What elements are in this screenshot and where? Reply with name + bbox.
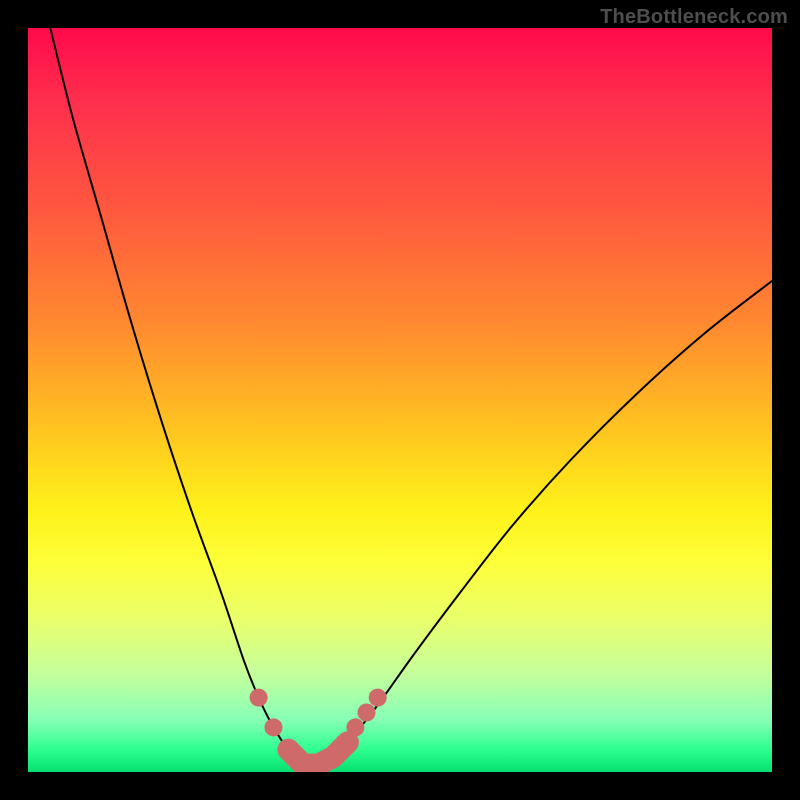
bottleneck-marker-dot [250, 689, 268, 707]
chart-svg [28, 28, 772, 772]
chart-frame: TheBottleneck.com [0, 0, 800, 800]
bottleneck-marker-dot [324, 748, 342, 766]
bottleneck-marker-dot [346, 718, 364, 736]
bottleneck-curve-path [50, 28, 772, 766]
bottleneck-marker-dot [358, 704, 376, 722]
bottleneck-curve-line [50, 28, 772, 766]
bottleneck-marker-dot [265, 718, 283, 736]
bottleneck-markers-group [250, 689, 387, 772]
watermark-text: TheBottleneck.com [600, 6, 788, 29]
bottleneck-marker-dot [369, 689, 387, 707]
bottleneck-marker-dot [279, 741, 297, 759]
plot-area [28, 28, 772, 772]
